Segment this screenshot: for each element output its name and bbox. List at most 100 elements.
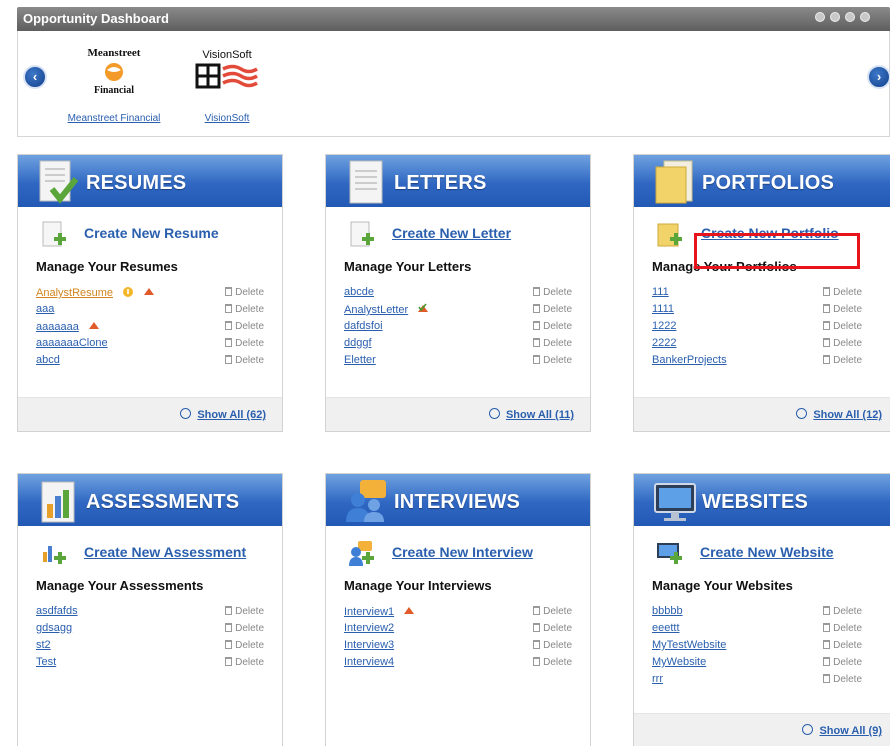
- delete-button[interactable]: Delete: [225, 355, 264, 366]
- create-assessment-link[interactable]: Create New Assessment: [84, 544, 246, 560]
- share-icon[interactable]: [417, 303, 429, 315]
- resume-link[interactable]: aaa: [36, 303, 54, 315]
- resumes-card-header: RESUMES: [18, 155, 282, 207]
- delete-button[interactable]: Delete: [823, 338, 862, 349]
- company-link-meanstreet[interactable]: Meanstreet Financial: [64, 113, 164, 124]
- delete-button[interactable]: Delete: [225, 640, 264, 651]
- portfolio-link[interactable]: 1111: [652, 303, 674, 315]
- window-dot-icon[interactable]: [845, 12, 855, 22]
- delete-button[interactable]: Delete: [823, 606, 862, 617]
- website-link[interactable]: eeettt: [652, 622, 680, 634]
- manage-resumes-heading: Manage Your Resumes: [36, 259, 178, 274]
- trash-icon: [533, 355, 541, 364]
- share-icon[interactable]: [403, 605, 415, 617]
- show-all-websites-link[interactable]: Show All (9): [802, 724, 882, 737]
- delete-button[interactable]: Delete: [823, 674, 862, 685]
- show-all-resumes-link[interactable]: Show All (62): [180, 408, 266, 421]
- portfolio-link[interactable]: 111: [652, 286, 669, 298]
- trash-icon: [533, 606, 541, 615]
- assessment-link[interactable]: asdfafds: [36, 605, 78, 617]
- assessment-link[interactable]: st2: [36, 639, 51, 651]
- delete-button[interactable]: Delete: [533, 355, 572, 366]
- trash-icon: [533, 321, 541, 330]
- list-item: MyTestWebsite Delete: [652, 639, 872, 656]
- trash-icon: [533, 304, 541, 313]
- website-link[interactable]: rrr: [652, 673, 663, 685]
- delete-button[interactable]: Delete: [823, 657, 862, 668]
- show-all-letters-link[interactable]: Show All (11): [488, 408, 574, 421]
- portfolio-link[interactable]: 1222: [652, 320, 676, 332]
- delete-button[interactable]: Delete: [823, 321, 862, 332]
- interview-link[interactable]: Interview4: [344, 656, 394, 668]
- create-letter-link[interactable]: Create New Letter: [392, 225, 511, 241]
- create-website-row[interactable]: Create New Website: [652, 540, 872, 576]
- share-icon[interactable]: [143, 286, 155, 298]
- window-dot-icon[interactable]: [860, 12, 870, 22]
- window-dot-icon[interactable]: [815, 12, 825, 22]
- create-resume-link[interactable]: Create New Resume: [84, 225, 219, 241]
- delete-button[interactable]: Delete: [823, 287, 862, 298]
- delete-button[interactable]: Delete: [225, 338, 264, 349]
- letter-link[interactable]: abcde: [344, 286, 374, 298]
- interview-link[interactable]: Interview3: [344, 639, 394, 651]
- delete-button[interactable]: Delete: [533, 321, 572, 332]
- trash-icon: [225, 623, 233, 632]
- list-item: Interview1 Delete: [344, 605, 572, 622]
- create-website-link[interactable]: Create New Website: [700, 544, 834, 560]
- website-link[interactable]: bbbbb: [652, 605, 683, 617]
- arrow-right-icon[interactable]: ›: [867, 65, 890, 89]
- letter-link[interactable]: dafdsfoi: [344, 320, 383, 332]
- letters-card-header: LETTERS: [326, 155, 590, 207]
- interview-link[interactable]: Interview1: [344, 606, 394, 618]
- letter-link[interactable]: ddggf: [344, 337, 372, 349]
- resume-link[interactable]: abcd: [36, 354, 60, 366]
- delete-button[interactable]: Delete: [823, 304, 862, 315]
- delete-button[interactable]: Delete: [225, 606, 264, 617]
- add-folder-icon: [657, 223, 682, 247]
- resume-link[interactable]: AnalystResume: [36, 287, 113, 299]
- assessment-link[interactable]: Test: [36, 656, 56, 668]
- letter-link[interactable]: AnalystLetter: [344, 304, 408, 316]
- website-link[interactable]: MyWebsite: [652, 656, 706, 668]
- portfolio-link[interactable]: BankerProjects: [652, 354, 727, 366]
- delete-button[interactable]: Delete: [533, 657, 572, 668]
- delete-button[interactable]: Delete: [533, 606, 572, 617]
- window-dot-icon[interactable]: [830, 12, 840, 22]
- list-item: Test Delete: [36, 656, 264, 673]
- delete-button[interactable]: Delete: [533, 623, 572, 634]
- resumes-title: RESUMES: [86, 172, 187, 194]
- show-all-portfolios-link[interactable]: Show All (12): [796, 408, 882, 421]
- delete-button[interactable]: Delete: [225, 304, 264, 315]
- assessments-card-header: ASSESSMENTS: [18, 474, 282, 526]
- delete-button[interactable]: Delete: [533, 287, 572, 298]
- delete-button[interactable]: Delete: [823, 640, 862, 651]
- trash-icon: [533, 657, 541, 666]
- portfolio-link[interactable]: 2222: [652, 337, 676, 349]
- info-icon[interactable]: [122, 286, 134, 298]
- list-item: Interview2 Delete: [344, 622, 572, 639]
- resume-link[interactable]: aaaaaaaClone: [36, 337, 108, 349]
- letter-link[interactable]: Eletter: [344, 354, 376, 366]
- trash-icon: [823, 640, 831, 649]
- website-link[interactable]: MyTestWebsite: [652, 639, 726, 651]
- delete-button[interactable]: Delete: [533, 338, 572, 349]
- delete-button[interactable]: Delete: [823, 355, 862, 366]
- interview-link[interactable]: Interview2: [344, 622, 394, 634]
- company-link-visionsoft[interactable]: VisionSoft: [184, 113, 270, 124]
- delete-button[interactable]: Delete: [225, 657, 264, 668]
- create-letter-row[interactable]: Create New Letter: [344, 221, 572, 257]
- assessment-link[interactable]: gdsagg: [36, 622, 72, 634]
- delete-button[interactable]: Delete: [225, 321, 264, 332]
- create-assessment-row[interactable]: Create New Assessment: [36, 540, 264, 576]
- delete-button[interactable]: Delete: [533, 640, 572, 651]
- delete-button[interactable]: Delete: [823, 623, 862, 634]
- resume-link[interactable]: aaaaaaa: [36, 321, 79, 333]
- create-interview-link[interactable]: Create New Interview: [392, 544, 533, 560]
- create-resume-row[interactable]: Create New Resume: [36, 221, 264, 257]
- arrow-left-icon[interactable]: ‹: [23, 65, 47, 89]
- delete-button[interactable]: Delete: [225, 287, 264, 298]
- delete-button[interactable]: Delete: [533, 304, 572, 315]
- delete-button[interactable]: Delete: [225, 623, 264, 634]
- create-interview-row[interactable]: Create New Interview: [344, 540, 572, 576]
- share-icon[interactable]: [88, 320, 100, 332]
